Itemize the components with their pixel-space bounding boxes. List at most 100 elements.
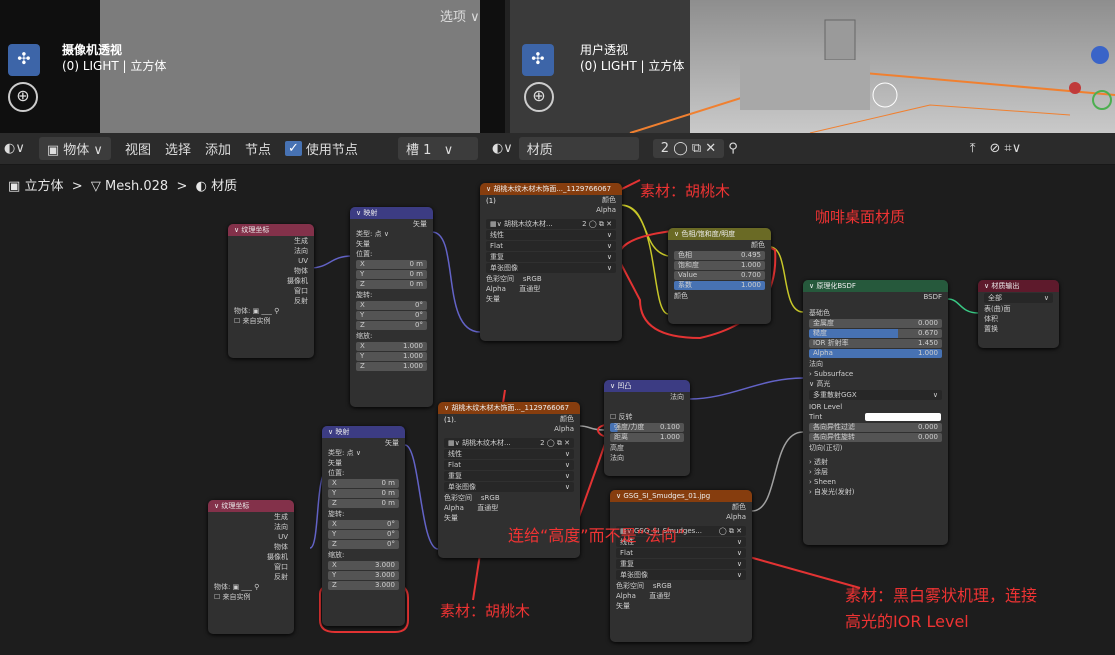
- input-height: 高度: [610, 444, 624, 452]
- interpolation-dropdown[interactable]: 线性 ∨: [486, 230, 616, 240]
- coat-panel[interactable]: › 涂层: [803, 467, 948, 477]
- input-vector: 矢量: [356, 240, 370, 248]
- extension-dropdown[interactable]: 重复 ∨: [616, 559, 746, 569]
- rotation-z[interactable]: Z 0°: [328, 540, 399, 549]
- colorspace-dropdown[interactable]: 色彩空间 sRGB: [610, 581, 752, 591]
- location-x[interactable]: X0 m: [356, 260, 427, 269]
- output-uv: UV: [298, 257, 308, 265]
- location-y[interactable]: Y0 m: [356, 270, 427, 279]
- scale-z[interactable]: Z 1.000: [356, 362, 427, 371]
- texture-coordinate-node[interactable]: ∨ 纹理坐标 生成 法向 UV 物体 摄像机 窗口 反射 物体: ▣ ___ ⚲…: [208, 500, 294, 634]
- extension-dropdown[interactable]: 重复 ∨: [444, 471, 574, 481]
- material-output-node[interactable]: ∨ 材质输出 全部 ∨ 表(曲)面 体积 置换: [978, 280, 1059, 348]
- distance-field[interactable]: 距离 1.000: [610, 433, 684, 442]
- collapse-icon[interactable]: ∨: [328, 428, 333, 436]
- collapse-icon[interactable]: ∨: [984, 282, 989, 290]
- roughness-field[interactable]: 糙度 0.670: [809, 329, 942, 338]
- from-instancer-checkbox[interactable]: ☐ 来自实例: [208, 592, 294, 602]
- colorspace-dropdown[interactable]: 色彩空间 sRGB: [438, 493, 580, 503]
- metallic-field[interactable]: 金属度 0.000: [809, 319, 942, 328]
- specular-panel[interactable]: ∨ 高光: [803, 379, 948, 389]
- strength-field[interactable]: 强度/力度 0.100: [610, 423, 684, 432]
- location-z[interactable]: Z0 m: [328, 499, 399, 508]
- output-normal: 法向: [294, 247, 308, 255]
- type-dropdown[interactable]: 类型: 点 ∨: [350, 229, 433, 239]
- collapse-icon[interactable]: ∨: [809, 282, 814, 290]
- value-field[interactable]: Value 0.700: [674, 271, 765, 280]
- mapping-node[interactable]: ∨ 映射 矢量 类型: 点 ∨ 矢量 位置: X0 m Y0 m Z0 m 旋转…: [350, 207, 433, 407]
- anisotropic-field[interactable]: 各向异性过滤 0.000: [809, 423, 942, 432]
- output-color: 颜色: [751, 241, 765, 249]
- target-dropdown[interactable]: 全部 ∨: [984, 293, 1053, 303]
- image-selector[interactable]: ▦∨ 胡桃木纹木材... 2 ◯ ⧉ ✕: [444, 438, 574, 448]
- output-normal: 法向: [670, 393, 684, 401]
- input-normal: 法向: [610, 454, 624, 462]
- alpha-mode-dropdown[interactable]: Alpha 直通型: [480, 284, 622, 294]
- output-reflection: 反射: [294, 297, 308, 305]
- source-dropdown[interactable]: 单张图像 ∨: [616, 570, 746, 580]
- annotation-walnut-bottom: 素材：胡桃木: [440, 602, 531, 620]
- distribution-dropdown[interactable]: 多重散射GGX ∨: [809, 390, 942, 400]
- collapse-icon[interactable]: ∨: [234, 226, 239, 234]
- rotation-y[interactable]: Y 0°: [356, 311, 427, 320]
- collapse-icon[interactable]: ∨: [214, 502, 219, 510]
- rotation-z[interactable]: Z 0°: [356, 321, 427, 330]
- type-dropdown[interactable]: 类型: 点 ∨: [322, 448, 405, 458]
- ior-field[interactable]: IOR 折射率 1.450: [809, 339, 942, 348]
- input-color: 颜色: [674, 292, 688, 300]
- projection-dropdown[interactable]: Flat ∨: [444, 460, 574, 470]
- mapping-node[interactable]: ∨ 映射 矢量 类型: 点 ∨ 矢量 位置: X0 m Y0 m Z0 m 旋转…: [322, 426, 405, 626]
- subsurface-panel[interactable]: › Subsurface: [803, 369, 948, 379]
- bump-node[interactable]: ∨ 凹凸 法向 ☐ 反转 强度/力度 0.100 距离 1.000 高度 法向: [604, 380, 690, 476]
- hue-saturation-node[interactable]: ∨ 色相/饱和度/明度 颜色 色相 0.495 饱和度 1.000 Value 0.7…: [668, 228, 771, 324]
- collapse-icon[interactable]: ∨: [674, 230, 679, 238]
- rotation-x[interactable]: X 0°: [356, 301, 427, 310]
- collapse-icon[interactable]: ∨: [616, 492, 621, 500]
- collapse-icon[interactable]: ∨: [486, 185, 491, 193]
- projection-dropdown[interactable]: Flat ∨: [616, 548, 746, 558]
- scale-x[interactable]: X 3.000: [328, 561, 399, 570]
- image-texture-node[interactable]: ∨ 胡桃木纹木材木饰面..._1129766067 (1) 颜色 Alpha ▦…: [480, 183, 622, 341]
- collapse-icon[interactable]: ∨: [610, 382, 615, 390]
- source-dropdown[interactable]: 单张图像 ∨: [444, 482, 574, 492]
- projection-dropdown[interactable]: Flat ∨: [486, 241, 616, 251]
- object-field[interactable]: 物体: ▣ ___ ⚲: [208, 582, 294, 592]
- principled-bsdf-node[interactable]: ∨ 原理化BSDF BSDF 基础色 金属度 0.000 糙度 0.670 IOR …: [803, 280, 948, 545]
- output-window: 窗口: [274, 563, 288, 571]
- collapse-icon[interactable]: ∨: [444, 404, 449, 412]
- scale-z[interactable]: Z 3.000: [328, 581, 399, 590]
- from-instancer-checkbox[interactable]: ☐ 来自实例: [228, 316, 314, 326]
- scale-y[interactable]: Y 3.000: [328, 571, 399, 580]
- scale-x[interactable]: X 1.000: [356, 342, 427, 351]
- factor-field[interactable]: 系数 1.000: [674, 281, 765, 290]
- image-texture-node[interactable]: ∨ GSG_SI_Smudges_01.jpg 颜色 Alpha ▦∨ GSG_…: [610, 490, 752, 642]
- alpha-mode-dropdown[interactable]: Alpha 直通型: [610, 591, 752, 601]
- emission-panel[interactable]: › 自发光(发射): [803, 487, 948, 497]
- rotation-x[interactable]: X 0°: [328, 520, 399, 529]
- tint-field[interactable]: Tint: [803, 412, 948, 422]
- saturation-field[interactable]: 饱和度 1.000: [674, 261, 765, 270]
- rotation-y[interactable]: Y 0°: [328, 530, 399, 539]
- sheen-panel[interactable]: › Sheen: [803, 477, 948, 487]
- collapse-icon[interactable]: ∨: [356, 209, 361, 217]
- texture-coordinate-node[interactable]: ∨ 纹理坐标 生成 法向 UV 物体 摄像机 窗口 反射 物体: ▣ ___ ⚲…: [228, 224, 314, 358]
- transmission-panel[interactable]: › 透射: [803, 457, 948, 467]
- location-y[interactable]: Y0 m: [328, 489, 399, 498]
- interpolation-dropdown[interactable]: 线性 ∨: [444, 449, 574, 459]
- object-field[interactable]: 物体: ▣ ___ ⚲: [228, 306, 314, 316]
- extension-dropdown[interactable]: 重复 ∨: [486, 252, 616, 262]
- location-x[interactable]: X0 m: [328, 479, 399, 488]
- invert-checkbox[interactable]: ☐ 反转: [604, 412, 690, 422]
- scale-y[interactable]: Y 1.000: [356, 352, 427, 361]
- alpha-field[interactable]: Alpha 1.000: [809, 349, 942, 358]
- source-dropdown[interactable]: 单张图像 ∨: [486, 263, 616, 273]
- annotation-smudge-line1: 素材：黑白雾状机理，连接: [845, 586, 1038, 605]
- input-volume: 体积: [984, 315, 998, 323]
- image-selector[interactable]: ▦∨ 胡桃木纹木材... 2 ◯ ⧉ ✕: [486, 219, 616, 229]
- alpha-mode-dropdown[interactable]: Alpha 直通型: [438, 503, 580, 513]
- input-displacement: 置换: [984, 325, 998, 333]
- anisotropic-rotation-field[interactable]: 各向异性旋转 0.000: [809, 433, 942, 442]
- location-z[interactable]: Z0 m: [356, 280, 427, 289]
- colorspace-dropdown[interactable]: 色彩空间 sRGB: [480, 274, 622, 284]
- hue-field[interactable]: 色相 0.495: [674, 251, 765, 260]
